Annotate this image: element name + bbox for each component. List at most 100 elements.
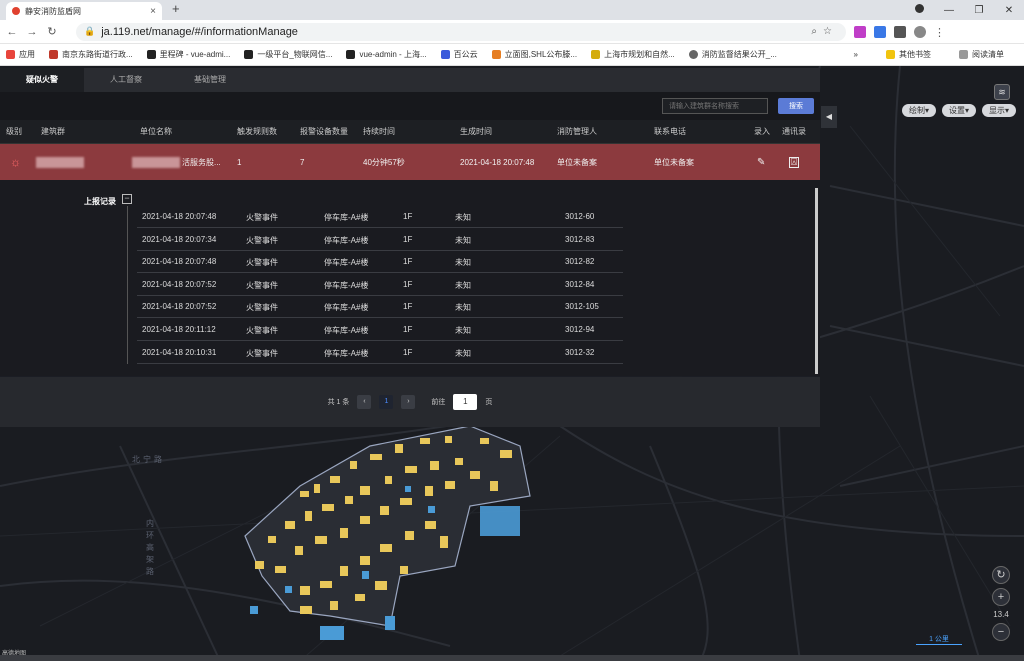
search-button[interactable]: 搜索 — [778, 98, 814, 114]
record-floor: 1F — [403, 212, 413, 221]
contacts-book-icon[interactable]: ⍓ — [789, 156, 799, 168]
record-row[interactable]: 2021-04-18 20:07:52 火警事件 停车库-A#楼 1F 未知 3012-8… — [137, 274, 623, 296]
forward-arrow-icon[interactable]: → — [24, 26, 40, 38]
zoom-in-button[interactable]: + — [992, 588, 1010, 606]
page-unit: 页 — [485, 399, 493, 406]
next-page-button[interactable]: › — [401, 395, 416, 409]
reading-list-button[interactable]: 阅读清单 — [959, 49, 1004, 60]
scrollbar[interactable] — [815, 188, 818, 374]
col-created: 生成时间 — [460, 127, 492, 136]
profile-record-icon[interactable] — [904, 4, 934, 16]
prev-page-button[interactable]: ‹ — [357, 395, 372, 409]
record-row[interactable]: 2021-04-18 20:07:48 火警事件 停车库-A#楼 1F 未知 3012-6… — [137, 206, 623, 228]
zoom-out-button[interactable]: − — [992, 623, 1010, 641]
record-code: 3012-84 — [565, 279, 595, 289]
rotate-icon[interactable]: ↻ — [992, 566, 1010, 584]
record-time: 2021-04-18 20:10:31 — [142, 347, 217, 357]
display-dropdown[interactable]: 显示▾ — [981, 104, 1016, 117]
created-time: 2021-04-18 20:07:48 — [460, 157, 535, 167]
record-place: 停车库-A#楼 — [324, 280, 369, 290]
tab-manual-inspection[interactable]: 人工督察 — [84, 68, 168, 92]
total-count: 共 1 条 — [327, 399, 350, 406]
unit-name: 活服务股... — [182, 157, 221, 167]
other-bookmarks-folder[interactable]: 其他书签 — [886, 49, 931, 60]
record-status: 未知 — [455, 280, 471, 290]
url-field[interactable]: 🔒 ja.119.net/manage/#/informationManage … — [76, 22, 846, 41]
layers-icon[interactable]: ≋ — [994, 84, 1010, 100]
bookmark-item[interactable]: 立面图,SHL公布滕... — [491, 49, 577, 60]
record-status: 未知 — [455, 326, 471, 335]
extension-2-icon[interactable] — [874, 25, 886, 38]
record-time: 2021-04-18 20:07:48 — [142, 212, 217, 221]
maximize-button[interactable]: ❐ — [964, 5, 994, 16]
omnibox-actions[interactable]: ⌕☆ — [811, 26, 838, 37]
new-tab-button[interactable]: + — [172, 1, 180, 16]
bookmarks-more-button[interactable]: » — [854, 49, 858, 60]
url-text: ja.119.net/manage/#/informationManage — [101, 25, 298, 38]
browser-tab-bar: 静安消防监盾网 × + — ❐ ✕ — [0, 0, 1024, 20]
close-window-button[interactable]: ✕ — [994, 5, 1024, 16]
record-floor: 1F — [403, 347, 413, 357]
extension-1-icon[interactable] — [854, 25, 866, 38]
draw-dropdown[interactable]: 绘制▾ — [901, 104, 936, 117]
profile-avatar-icon[interactable] — [914, 25, 926, 38]
tab-close-icon[interactable]: × — [150, 6, 156, 17]
unit-name-redacted — [132, 156, 180, 168]
record-place: 停车库-A#楼 — [324, 348, 369, 358]
reload-icon[interactable]: ↻ — [44, 25, 60, 38]
record-place: 停车库-A#楼 — [324, 258, 369, 268]
back-arrow-icon[interactable]: ← — [4, 26, 20, 38]
goto-page-input[interactable]: 1 — [453, 394, 478, 410]
bookmark-item[interactable]: 一级平台_物联网信... — [244, 49, 332, 60]
record-status: 未知 — [455, 303, 471, 313]
extensions-area: ⋮ — [854, 25, 946, 39]
alarm-panel: 疑似火警 人工督察 基础管理 搜索 级别 建筑群 单位名称 触发规则数 报警设备… — [0, 68, 820, 427]
record-type: 火警事件 — [246, 348, 278, 358]
map-scale: 1 公里 — [916, 634, 962, 645]
browser-tab[interactable]: 静安消防监盾网 × — [6, 2, 162, 20]
tree-line — [127, 206, 128, 364]
tab-basic-management[interactable]: 基础管理 — [168, 68, 252, 92]
page-number[interactable]: 1 — [379, 395, 394, 409]
bookmark-item[interactable]: 南京东路街道行政... — [49, 49, 133, 60]
record-row[interactable]: 2021-04-18 20:07:48 火警事件 停车库-A#楼 1F 未知 3012-8… — [137, 251, 623, 274]
bookmark-item[interactable]: 百公云 — [440, 49, 478, 60]
bookmark-item[interactable]: vue-admin - 上海... — [346, 49, 427, 60]
zoom-control: ↻ + 13.4 − — [992, 566, 1010, 645]
record-row[interactable]: 2021-04-18 20:07:52 火警事件 停车库-A#楼 1F 未知 3012-1… — [137, 296, 623, 319]
tab-title: 静安消防监盾网 — [25, 6, 81, 16]
device-count: 7 — [300, 157, 305, 167]
record-row[interactable]: 2021-04-18 20:07:34 火警事件 停车库-A#楼 1F 未知 3012-8… — [137, 229, 623, 251]
bookmark-item[interactable]: 消防监督结果公开_... — [688, 49, 777, 60]
window-controls: — ❐ ✕ — [904, 0, 1024, 20]
os-taskbar — [0, 655, 1024, 661]
zoom-level: 13.4 — [993, 610, 1009, 619]
col-duration: 持续时间 — [363, 127, 395, 136]
edit-icon[interactable]: ✎ — [757, 157, 765, 168]
table-header: 级别 建筑群 单位名称 触发规则数 报警设备数量 持续时间 生成时间 消防管理人… — [0, 120, 820, 144]
tab-suspected-fire[interactable]: 疑似火警 — [0, 68, 84, 92]
col-level: 级别 — [6, 127, 22, 136]
bookmark-item[interactable]: 上海市规划和自然... — [591, 49, 675, 60]
record-row[interactable]: 2021-04-18 20:10:31 火警事件 停车库-A#楼 1F 未知 3012-3… — [137, 342, 623, 364]
bookmark-item[interactable]: 里程碑 - vue-admi... — [146, 49, 230, 60]
bookmark-item[interactable]: 应用 — [6, 49, 35, 60]
record-type: 火警事件 — [246, 258, 278, 268]
record-status: 未知 — [455, 213, 471, 222]
alarm-row[interactable]: ☼ 活服务股... 1 7 40分钟57秒 2021-04-18 20:07:4… — [0, 144, 820, 180]
record-row[interactable]: 2021-04-18 20:11:12 火警事件 停车库-A#楼 1F 未知 3012-9… — [137, 319, 623, 341]
record-floor: 1F — [403, 279, 413, 289]
menu-dots-icon[interactable]: ⋮ — [934, 26, 946, 39]
col-manager: 消防管理人 — [557, 127, 597, 136]
record-type: 火警事件 — [246, 280, 278, 290]
panel-collapse-handle[interactable]: ◀ — [821, 106, 837, 128]
record-time: 2021-04-18 20:07:52 — [142, 279, 217, 289]
collapse-icon[interactable]: − — [122, 194, 132, 204]
record-code: 3012-94 — [565, 325, 595, 334]
record-floor: 1F — [403, 234, 413, 244]
building-search-input[interactable] — [662, 98, 768, 114]
settings-dropdown[interactable]: 设置▾ — [941, 104, 976, 117]
minimize-button[interactable]: — — [934, 5, 964, 16]
record-code: 3012-60 — [565, 212, 595, 221]
puzzle-icon[interactable] — [894, 25, 906, 38]
